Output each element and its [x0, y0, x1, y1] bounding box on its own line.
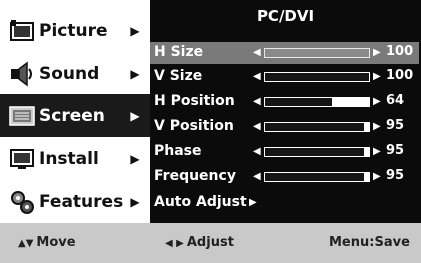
arrow-right-icon[interactable]: ▶ — [373, 47, 381, 58]
hint-bar: ▲▼ Move ◀ ▶ Adjust Menu:Save — [0, 223, 421, 263]
arrow-right-icon[interactable]: ▶ — [373, 171, 381, 182]
screen-icon — [9, 105, 35, 126]
arrow-right-icon[interactable]: ▶ — [373, 71, 381, 82]
arrow-right-icon[interactable]: ▶ — [373, 146, 381, 157]
arrow-left-icon[interactable]: ◀ — [253, 96, 261, 107]
setting-label: Auto Adjust — [154, 194, 247, 210]
arrow-left-icon[interactable]: ◀ — [253, 71, 261, 82]
menu-item-label: Install — [39, 148, 99, 169]
arrow-right-icon[interactable]: ▶ — [373, 121, 381, 132]
h-position-slider[interactable] — [264, 97, 370, 107]
phase-slider[interactable] — [264, 147, 370, 157]
setting-row-v-size[interactable]: V Size ◀ ▶ 100 — [150, 66, 419, 88]
setting-value: 95 — [386, 168, 405, 183]
chevron-right-icon: ▶ — [130, 194, 140, 209]
adjust-label: Adjust — [186, 235, 234, 250]
panel-title: PC/DVI — [256, 7, 315, 25]
setting-row-phase[interactable]: Phase ◀ ▶ 95 — [150, 141, 419, 163]
setting-label: V Position — [154, 118, 234, 134]
move-hint: ▲▼ Move — [18, 235, 76, 250]
save-hint: Menu:Save — [329, 235, 410, 250]
v-position-slider[interactable] — [264, 122, 370, 132]
features-icon — [11, 190, 34, 214]
menu-item-picture[interactable]: Picture ▶ — [0, 9, 150, 52]
chevron-right-icon: ▶ — [130, 66, 140, 81]
up-down-arrows-icon: ▲▼ — [18, 238, 34, 249]
sound-icon — [11, 61, 32, 86]
menu-item-label: Screen — [39, 105, 105, 126]
arrow-left-icon[interactable]: ◀ — [253, 171, 261, 182]
setting-row-v-position[interactable]: V Position ◀ ▶ 95 — [150, 116, 419, 138]
picture-icon — [10, 19, 34, 41]
menu-item-label: Features — [39, 191, 124, 212]
frequency-slider[interactable] — [264, 172, 370, 182]
setting-value: 100 — [386, 44, 414, 59]
arrow-left-icon[interactable]: ◀ — [253, 146, 261, 157]
arrow-right-icon: ▶ — [249, 197, 257, 208]
menu-item-install[interactable]: Install ▶ — [0, 137, 150, 180]
setting-value: 64 — [386, 93, 405, 108]
chevron-right-icon: ▶ — [130, 23, 140, 38]
move-label: Move — [36, 235, 76, 250]
menu-item-features[interactable]: Features ▶ — [0, 180, 150, 223]
menu-item-label: Sound — [39, 63, 100, 84]
chevron-right-icon: ▶ — [130, 151, 140, 166]
setting-row-h-size[interactable]: H Size ◀ ▶ 100 — [150, 42, 419, 64]
setting-value: 95 — [386, 143, 405, 158]
setting-value: 95 — [386, 118, 405, 133]
arrow-left-icon[interactable]: ◀ — [253, 47, 261, 58]
install-icon — [10, 148, 34, 169]
adjust-hint: ◀ ▶ Adjust — [165, 235, 234, 250]
setting-label: V Size — [154, 68, 203, 84]
setting-row-h-position[interactable]: H Position ◀ ▶ 64 — [150, 91, 419, 113]
menu-item-screen[interactable]: Screen ▶ — [0, 94, 150, 137]
main-menu: Picture ▶ Sound ▶ Screen ▶ Install ▶ Fea… — [0, 0, 150, 223]
setting-label: H Position — [154, 93, 235, 109]
setting-label: Phase — [154, 143, 202, 159]
osd-screen: Picture ▶ Sound ▶ Screen ▶ Install ▶ Fea… — [0, 0, 421, 263]
setting-label: Frequency — [154, 168, 236, 184]
menu-item-sound[interactable]: Sound ▶ — [0, 52, 150, 95]
arrow-left-icon[interactable]: ◀ — [253, 121, 261, 132]
chevron-right-icon: ▶ — [130, 108, 140, 123]
left-right-arrows-icon: ◀ ▶ — [165, 238, 184, 249]
h-size-slider[interactable] — [264, 48, 370, 58]
v-size-slider[interactable] — [264, 72, 370, 82]
setting-label: H Size — [154, 44, 204, 60]
setting-row-auto-adjust[interactable]: Auto Adjust ▶ — [150, 192, 419, 214]
setting-row-frequency[interactable]: Frequency ◀ ▶ 95 — [150, 166, 419, 188]
arrow-right-icon[interactable]: ▶ — [373, 96, 381, 107]
settings-panel: PC/DVI H Size ◀ ▶ 100 V Size ◀ ▶ 100 H P… — [150, 0, 421, 223]
setting-value: 100 — [386, 68, 414, 83]
menu-item-label: Picture — [39, 20, 108, 41]
